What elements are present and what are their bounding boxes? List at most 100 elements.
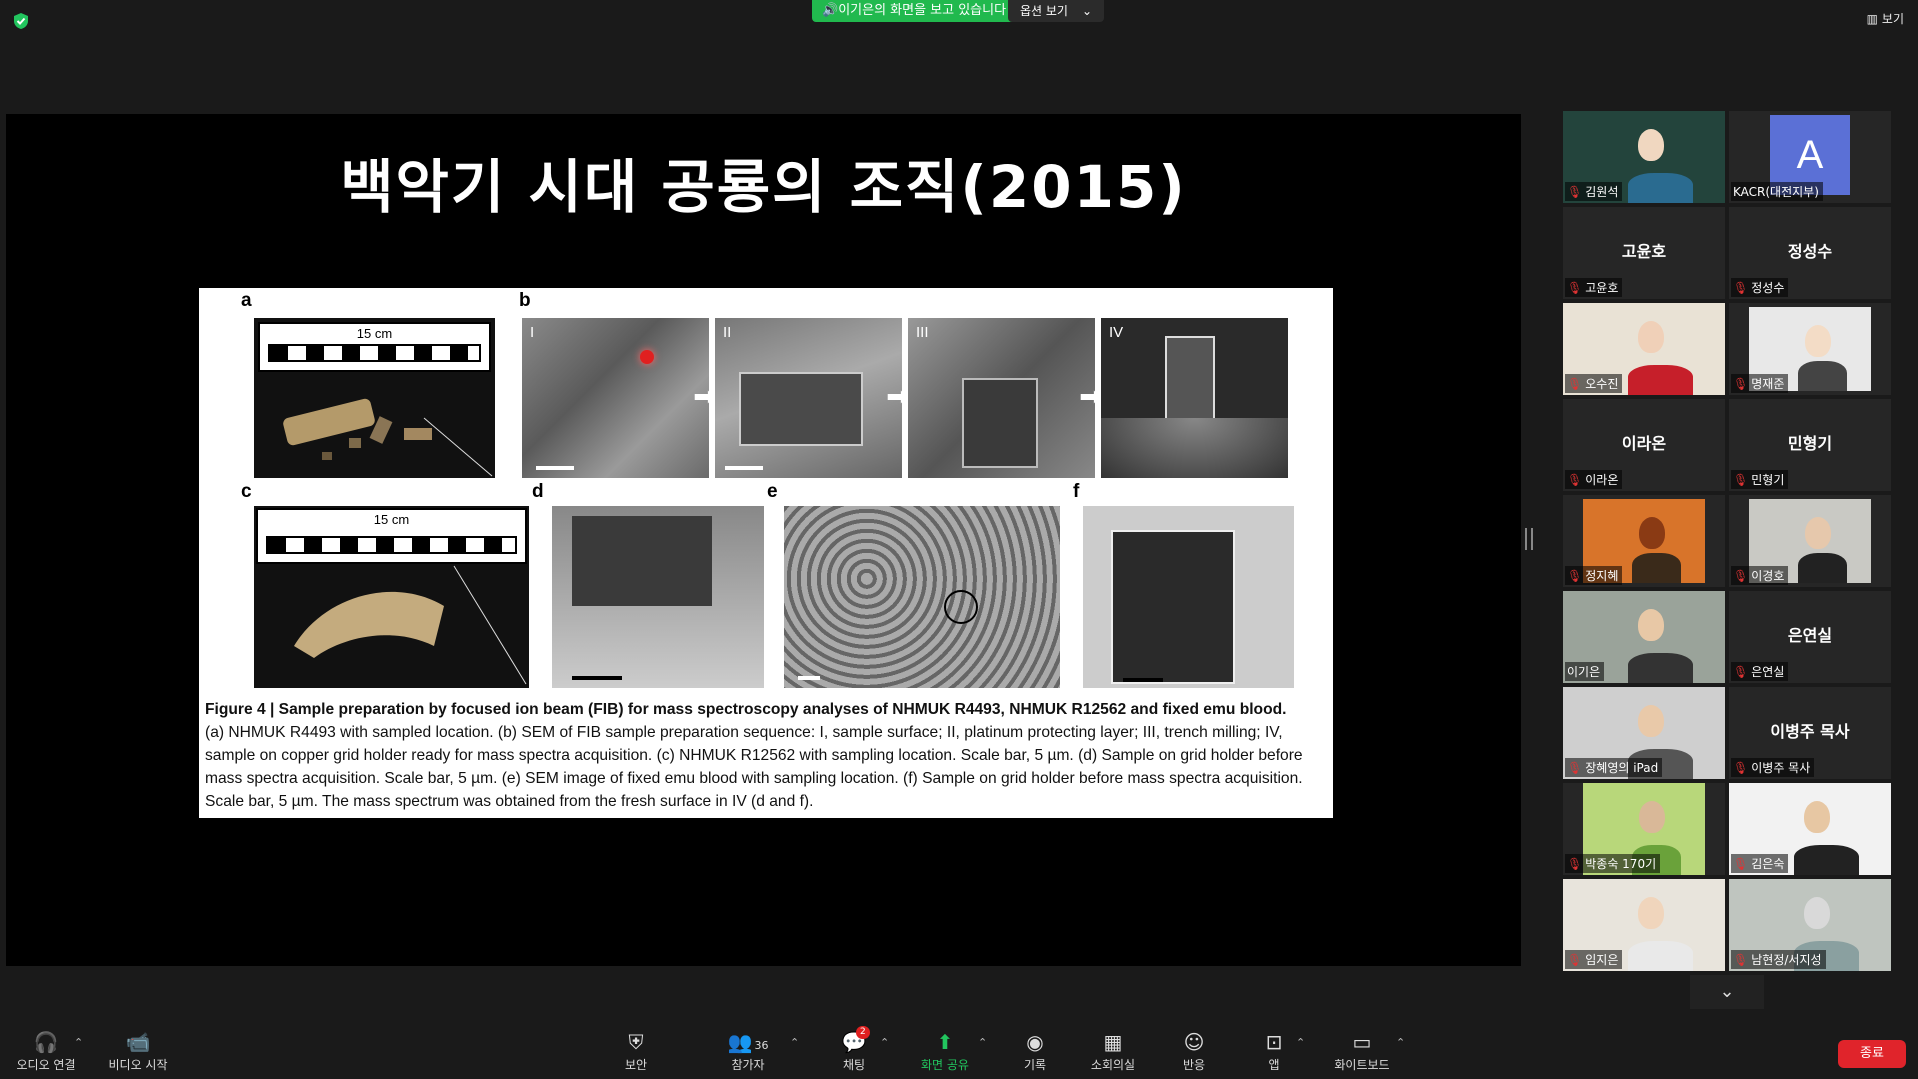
participants-count: 36 xyxy=(754,1039,769,1052)
share-banner-text: 이기은의 화면을 보고 있습니다 xyxy=(838,3,1007,18)
participant-name-label: 🎙 장혜영의 iPad xyxy=(1565,758,1663,777)
participant-name: 정지혜 xyxy=(1585,569,1619,583)
smiley-icon: ☺ xyxy=(1183,1030,1205,1054)
chat-options-caret[interactable]: ⌃ xyxy=(880,1036,889,1049)
panel-letter-a: a xyxy=(241,290,252,311)
share-screen-button[interactable]: ⬆ 화면 공유 xyxy=(914,1030,976,1073)
claw-fossil xyxy=(294,565,527,685)
participant-tile[interactable]: 민형기 🎙 민형기 xyxy=(1729,399,1891,491)
participants-options-caret[interactable]: ⌃ xyxy=(790,1036,799,1049)
muted-mic-icon: 🎙 xyxy=(1733,952,1749,967)
record-button[interactable]: ◉ 기록 xyxy=(1018,1030,1052,1073)
whiteboard-label: 화이트보드 xyxy=(1334,1058,1390,1072)
participant-name-label: 🎙 정성수 xyxy=(1731,278,1789,297)
apps-options-caret[interactable]: ⌃ xyxy=(1296,1036,1305,1049)
platinum-layer xyxy=(739,372,863,446)
view-options-dropdown[interactable]: 옵션 보기 ⌄ xyxy=(1008,0,1105,22)
participant-display-name: 정성수 xyxy=(1787,242,1833,261)
share-options-caret[interactable]: ⌃ xyxy=(978,1036,987,1049)
participant-tile[interactable]: A KACR(대전지부) xyxy=(1729,111,1891,203)
security-shield-icon xyxy=(14,13,28,29)
participant-name: 정성수 xyxy=(1751,281,1785,295)
view-options-label: 옵션 보기 xyxy=(1020,4,1068,18)
participant-tile[interactable]: 🎙 남현정/서지성 xyxy=(1729,879,1891,971)
participant-display-name: 고윤호 xyxy=(1621,242,1667,261)
muted-mic-icon: 🎙 xyxy=(1567,952,1583,967)
participants-button[interactable]: 👥 36 참가자 xyxy=(720,1030,776,1073)
chat-button[interactable]: 💬 2 채팅 xyxy=(836,1026,872,1073)
sampling-circle xyxy=(944,590,978,624)
chevron-down-icon: ⌄ xyxy=(1719,981,1735,1002)
whiteboard-icon: ▭ xyxy=(1352,1030,1372,1054)
reactions-button[interactable]: ☺ 반응 xyxy=(1178,1030,1210,1073)
whiteboard-button[interactable]: ▭ 화이트보드 xyxy=(1330,1030,1394,1073)
trench-block xyxy=(962,378,1038,468)
end-meeting-button[interactable]: 종료 xyxy=(1838,1040,1906,1068)
participant-name-label: 🎙 고윤호 xyxy=(1565,278,1623,297)
participant-tile[interactable]: 🎙 김원석 xyxy=(1563,111,1725,203)
participant-tile[interactable]: 🎙 김은숙 xyxy=(1729,783,1891,875)
roman-label-ii: II xyxy=(723,324,732,341)
apps-button[interactable]: ⊡ 앱 xyxy=(1262,1030,1286,1073)
breakout-grid-icon: ▦ xyxy=(1103,1030,1123,1054)
participant-name-label: 🎙 은연실 xyxy=(1731,662,1789,681)
sample-marker xyxy=(640,350,654,364)
claw-photo-c: 15 cm xyxy=(254,506,529,688)
muted-mic-icon: 🎙 xyxy=(1733,568,1749,583)
muted-mic-icon: 🎙 xyxy=(1733,664,1749,679)
sem-image-f xyxy=(1083,506,1294,688)
participant-name: 이경호 xyxy=(1751,569,1785,583)
participant-tile[interactable]: 🎙 오수진 xyxy=(1563,303,1725,395)
sem-image-d xyxy=(552,506,764,688)
meeting-toolbar: 🎧 오디오 연결 ⌃ 📹 비디오 시작 ⛨ 보안 👥 36 참가자 ⌃ 💬 2 채팅… xyxy=(0,1024,1918,1079)
participant-name: 명재준 xyxy=(1751,377,1785,391)
screen-share-banner: 🔊이기은의 화면을 보고 있습니다 xyxy=(812,0,1017,22)
video-start-button[interactable]: 📹 비디오 시작 xyxy=(102,1030,174,1073)
participant-name-label: 🎙 이병주 목사 xyxy=(1731,758,1815,777)
breakout-rooms-button[interactable]: ▦ 소회의실 xyxy=(1086,1030,1140,1073)
participant-tile[interactable]: 🎙 이경호 xyxy=(1729,495,1891,587)
participant-name-label: 🎙 김원석 xyxy=(1565,182,1623,201)
participant-name-label: 🎙 김은숙 xyxy=(1731,854,1789,873)
participant-tile[interactable]: 이라온 🎙 이라온 xyxy=(1563,399,1725,491)
participant-tile[interactable]: 🎙 박종숙 170기 xyxy=(1563,783,1725,875)
panel-letter-f: f xyxy=(1073,481,1080,502)
participant-tile[interactable]: 이기은 xyxy=(1563,591,1725,683)
muted-mic-icon: 🎙 xyxy=(1733,856,1749,871)
participant-tile[interactable]: 🎙 장혜영의 iPad xyxy=(1563,687,1725,779)
muted-mic-icon: 🎙 xyxy=(1567,280,1583,295)
participant-name-label: 이기은 xyxy=(1565,662,1605,681)
security-button[interactable]: ⛨ 보안 xyxy=(616,1030,656,1073)
audio-options-caret[interactable]: ⌃ xyxy=(74,1036,83,1049)
participant-display-name: 은연실 xyxy=(1787,626,1833,645)
panel-resize-handle[interactable] xyxy=(1525,528,1533,550)
participant-tile[interactable]: 🎙 정지혜 xyxy=(1563,495,1725,587)
participant-name: 오수진 xyxy=(1585,377,1619,391)
audio-connect-button[interactable]: 🎧 오디오 연결 xyxy=(10,1030,82,1073)
whiteboard-options-caret[interactable]: ⌃ xyxy=(1396,1036,1405,1049)
participant-tile[interactable]: 은연실 🎙 은연실 xyxy=(1729,591,1891,683)
gallery-next-page-button[interactable]: ⌄ xyxy=(1690,975,1764,1009)
security-label: 보안 xyxy=(624,1058,648,1072)
shield-icon: ⛨ xyxy=(628,1030,644,1054)
roman-label-iii: III xyxy=(916,324,929,341)
panel-letter-e: e xyxy=(767,481,778,502)
view-button[interactable]: ▥ 보기 xyxy=(1867,10,1904,27)
participant-display-name: 민형기 xyxy=(1787,434,1833,453)
participant-tile[interactable]: 🎙 임지은 xyxy=(1563,879,1725,971)
participant-name-label: 🎙 이라온 xyxy=(1565,470,1623,489)
sem-image-iii: III ➡ xyxy=(908,318,1095,478)
participant-name-label: 🎙 오수진 xyxy=(1565,374,1623,393)
participants-label: 참가자 xyxy=(731,1058,765,1072)
panel-letter-c: c xyxy=(241,481,252,502)
participant-display-name: 이병주 목사 xyxy=(1770,722,1850,741)
arrow-right-icon: ➡ xyxy=(693,382,709,412)
participant-tile[interactable]: 🎙 명재준 xyxy=(1729,303,1891,395)
participant-tile[interactable]: 이병주 목사 🎙 이병주 목사 xyxy=(1729,687,1891,779)
audio-label: 오디오 연결 xyxy=(16,1058,76,1072)
participant-name-label: 🎙 남현정/서지성 xyxy=(1731,950,1826,969)
participant-tile[interactable]: 고윤호 🎙 고윤호 xyxy=(1563,207,1725,299)
figure-4: a 15 cm b I ➡ II ➡ III ➡ IV c 15 cm d e … xyxy=(199,288,1333,818)
headphones-icon: 🎧 xyxy=(33,1030,59,1054)
participant-tile[interactable]: 정성수 🎙 정성수 xyxy=(1729,207,1891,299)
